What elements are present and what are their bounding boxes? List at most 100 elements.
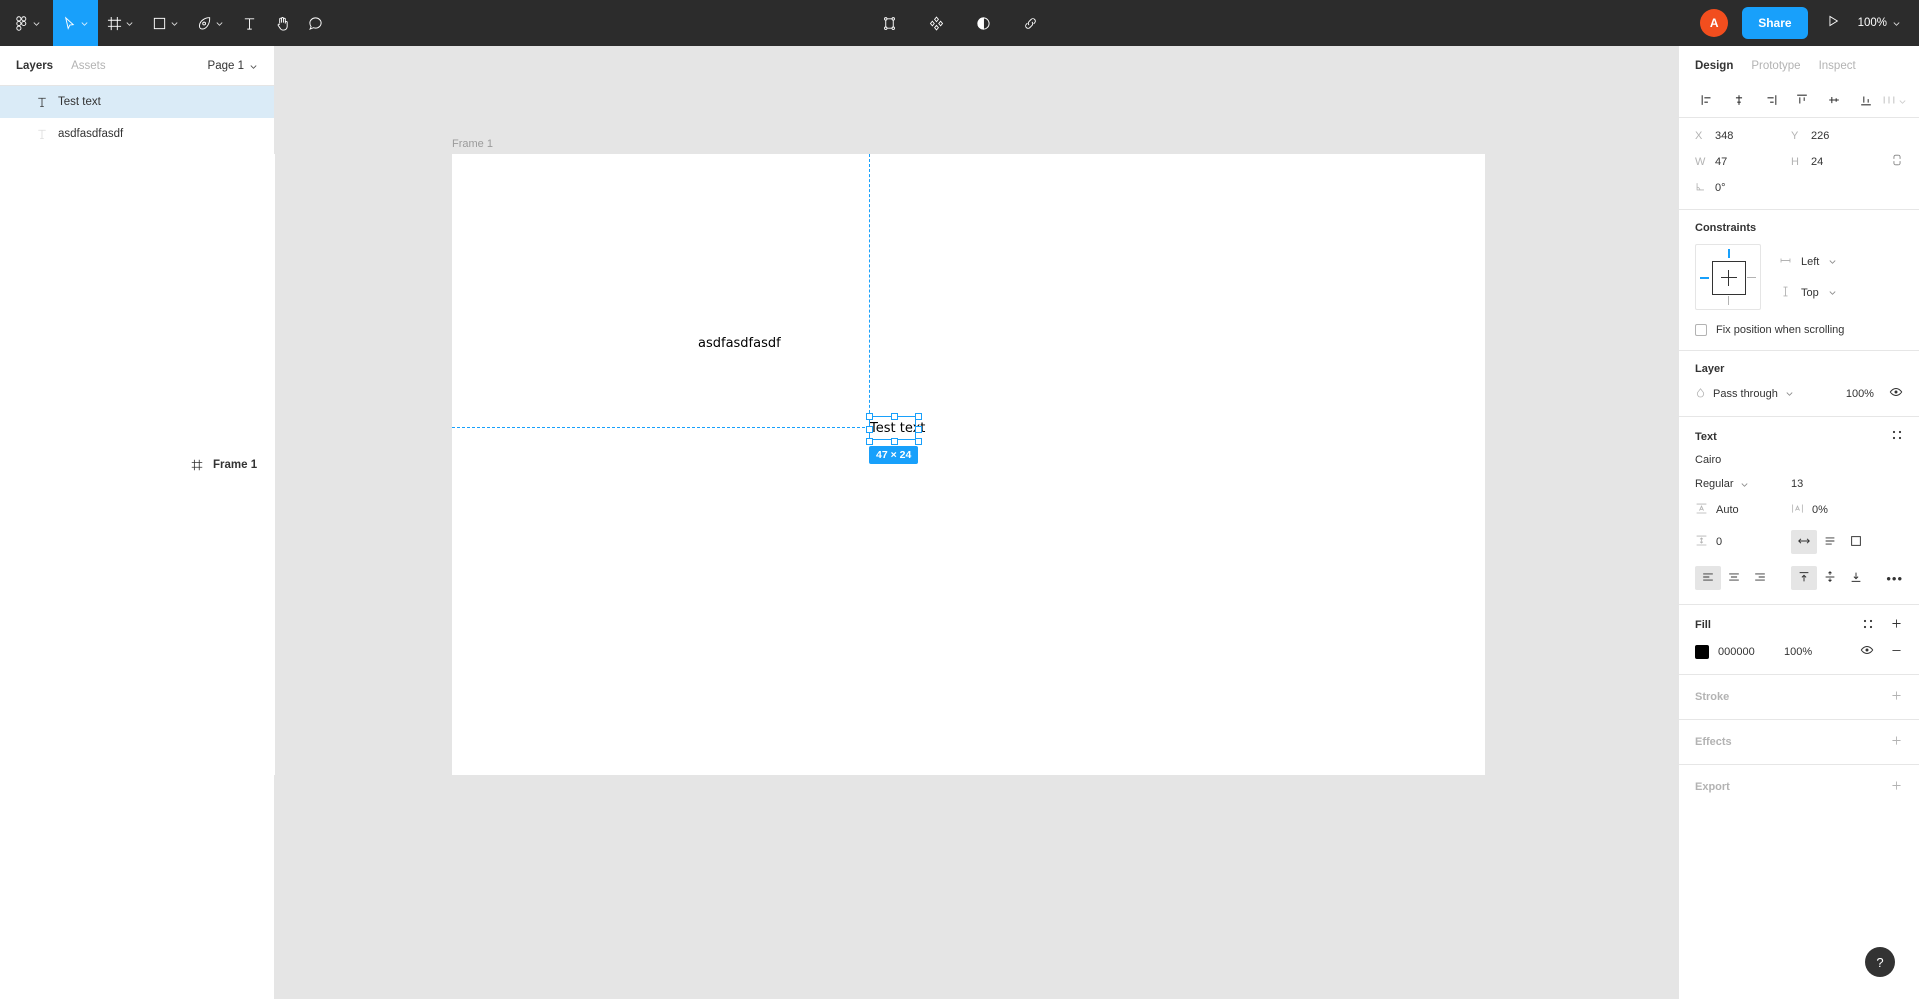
stroke-section[interactable]: Stroke	[1679, 675, 1919, 720]
zoom-control[interactable]: 100%	[1854, 17, 1905, 29]
help-button[interactable]: ?	[1865, 947, 1895, 977]
fixed-size-button[interactable]	[1843, 530, 1869, 554]
tab-inspect[interactable]: Inspect	[1819, 60, 1856, 72]
font-weight-dropdown[interactable]: Regular	[1695, 478, 1791, 490]
constraints-grid[interactable]	[1695, 244, 1761, 310]
align-right-button[interactable]	[1755, 88, 1787, 116]
layer-item-test-text[interactable]: Test text	[0, 86, 274, 118]
h-value[interactable]: 24	[1811, 156, 1823, 168]
layer-opacity-value[interactable]: 100%	[1846, 388, 1874, 400]
font-family-dropdown[interactable]: Cairo	[1695, 454, 1903, 466]
move-tool[interactable]	[53, 0, 98, 46]
tab-design[interactable]: Design	[1695, 60, 1733, 72]
effects-section[interactable]: Effects	[1679, 720, 1919, 765]
constraint-marker-bottom[interactable]	[1728, 296, 1729, 305]
fill-opacity-value[interactable]: 100%	[1784, 646, 1812, 658]
frame-label[interactable]: Frame 1	[452, 138, 493, 150]
vertical-constraint-dropdown[interactable]: Top	[1779, 285, 1837, 301]
text-align-middle-button[interactable]	[1817, 566, 1843, 590]
tab-prototype[interactable]: Prototype	[1751, 60, 1800, 72]
text-align-bottom-button[interactable]	[1843, 566, 1869, 590]
resize-handle-bottom-right[interactable]	[915, 438, 922, 445]
width-field[interactable]: W 47	[1695, 156, 1791, 168]
x-field[interactable]: X 348	[1695, 130, 1791, 142]
align-left-button[interactable]	[1691, 88, 1723, 116]
resize-handle-top-right[interactable]	[915, 413, 922, 420]
resize-handle-middle-right[interactable]	[915, 426, 922, 433]
distribute-menu-button[interactable]	[1882, 93, 1907, 110]
pen-tool[interactable]	[188, 0, 233, 46]
remove-fill-button[interactable]	[1890, 644, 1903, 660]
create-component-button[interactable]	[873, 0, 906, 46]
resize-handle-top-left[interactable]	[866, 413, 873, 420]
add-effect-button[interactable]	[1890, 734, 1903, 750]
add-fill-button[interactable]	[1890, 617, 1903, 633]
y-value[interactable]: 226	[1811, 130, 1829, 142]
canvas-viewport[interactable]: Frame 1 asdfasdfasdf Test text 47 × 24	[275, 46, 1919, 999]
fill-color-swatch[interactable]	[1695, 644, 1709, 659]
mask-button[interactable]	[967, 0, 1000, 46]
text-more-options-button[interactable]: •••	[1886, 571, 1903, 586]
link-button[interactable]	[1014, 0, 1047, 46]
canvas-text-asdfasdfasdf[interactable]: asdfasdfasdf	[698, 336, 781, 351]
export-section[interactable]: Export	[1679, 765, 1919, 809]
selection-bounding-box[interactable]: Test text	[866, 413, 925, 445]
frame-1-artboard[interactable]	[452, 154, 1485, 775]
text-align-center-button[interactable]	[1721, 566, 1747, 590]
text-tool[interactable]	[233, 0, 266, 46]
align-bottom-button[interactable]	[1850, 88, 1882, 116]
text-align-right-button[interactable]	[1747, 566, 1773, 590]
figma-menu-button[interactable]	[0, 0, 53, 46]
layer-item-asdfasdfasdf[interactable]: asdfasdfasdf	[0, 118, 274, 150]
fix-position-when-scrolling-row[interactable]: Fix position when scrolling	[1695, 324, 1903, 336]
layer-visibility-button[interactable]	[1889, 385, 1903, 402]
align-horizontal-center-button[interactable]	[1723, 88, 1755, 116]
horizontal-constraint-dropdown[interactable]: Left	[1779, 254, 1837, 270]
text-styles-button[interactable]	[1891, 429, 1903, 444]
constraint-marker-right[interactable]	[1747, 277, 1756, 278]
blend-mode-dropdown[interactable]: Pass through	[1695, 387, 1794, 401]
w-value[interactable]: 47	[1715, 156, 1727, 168]
paragraph-spacing-field[interactable]: 0	[1695, 534, 1791, 550]
resize-handle-bottom-middle[interactable]	[891, 438, 898, 445]
frame-tool[interactable]	[98, 0, 143, 46]
fix-position-checkbox[interactable]	[1695, 324, 1707, 336]
avatar[interactable]: A	[1700, 9, 1729, 37]
text-align-top-button[interactable]	[1791, 566, 1817, 590]
tab-assets[interactable]: Assets	[71, 60, 106, 72]
text-align-left-button[interactable]	[1695, 566, 1721, 590]
y-field[interactable]: Y 226	[1791, 130, 1887, 142]
share-button[interactable]: Share	[1742, 7, 1808, 39]
resize-handle-top-middle[interactable]	[891, 413, 898, 420]
page-selector[interactable]: Page 1	[208, 46, 258, 86]
tab-layers[interactable]: Layers	[16, 60, 53, 72]
add-stroke-button[interactable]	[1890, 689, 1903, 705]
constraint-marker-top[interactable]	[1728, 249, 1730, 258]
fill-styles-button[interactable]	[1862, 618, 1874, 633]
height-field[interactable]: H 24	[1791, 156, 1887, 168]
add-export-button[interactable]	[1890, 779, 1903, 795]
resize-handle-bottom-left[interactable]	[866, 438, 873, 445]
letter-spacing-field[interactable]: 0%	[1791, 502, 1887, 518]
fill-visibility-button[interactable]	[1860, 643, 1874, 660]
rotation-value[interactable]: 0°	[1715, 182, 1726, 194]
constrain-proportions-button[interactable]	[1891, 153, 1903, 170]
align-top-button[interactable]	[1786, 88, 1818, 116]
auto-width-button[interactable]	[1791, 530, 1817, 554]
auto-height-button[interactable]	[1817, 530, 1843, 554]
zoom-level-label: 100%	[1857, 17, 1887, 29]
present-button[interactable]	[1818, 7, 1848, 39]
plugins-button[interactable]	[920, 0, 953, 46]
comment-tool[interactable]	[299, 0, 332, 46]
rotation-field[interactable]: 0°	[1695, 181, 1791, 195]
paragraph-resize-row: 0	[1695, 530, 1903, 554]
hand-tool[interactable]	[266, 0, 299, 46]
font-size-value[interactable]: 13	[1791, 478, 1803, 490]
shape-tool[interactable]	[143, 0, 188, 46]
fill-hex-value[interactable]: 000000	[1718, 646, 1784, 658]
x-value[interactable]: 348	[1715, 130, 1733, 142]
align-vertical-center-button[interactable]	[1818, 88, 1850, 116]
line-height-field[interactable]: Auto	[1695, 502, 1791, 518]
constraint-marker-left[interactable]	[1700, 277, 1709, 279]
resize-handle-middle-left[interactable]	[866, 426, 873, 433]
